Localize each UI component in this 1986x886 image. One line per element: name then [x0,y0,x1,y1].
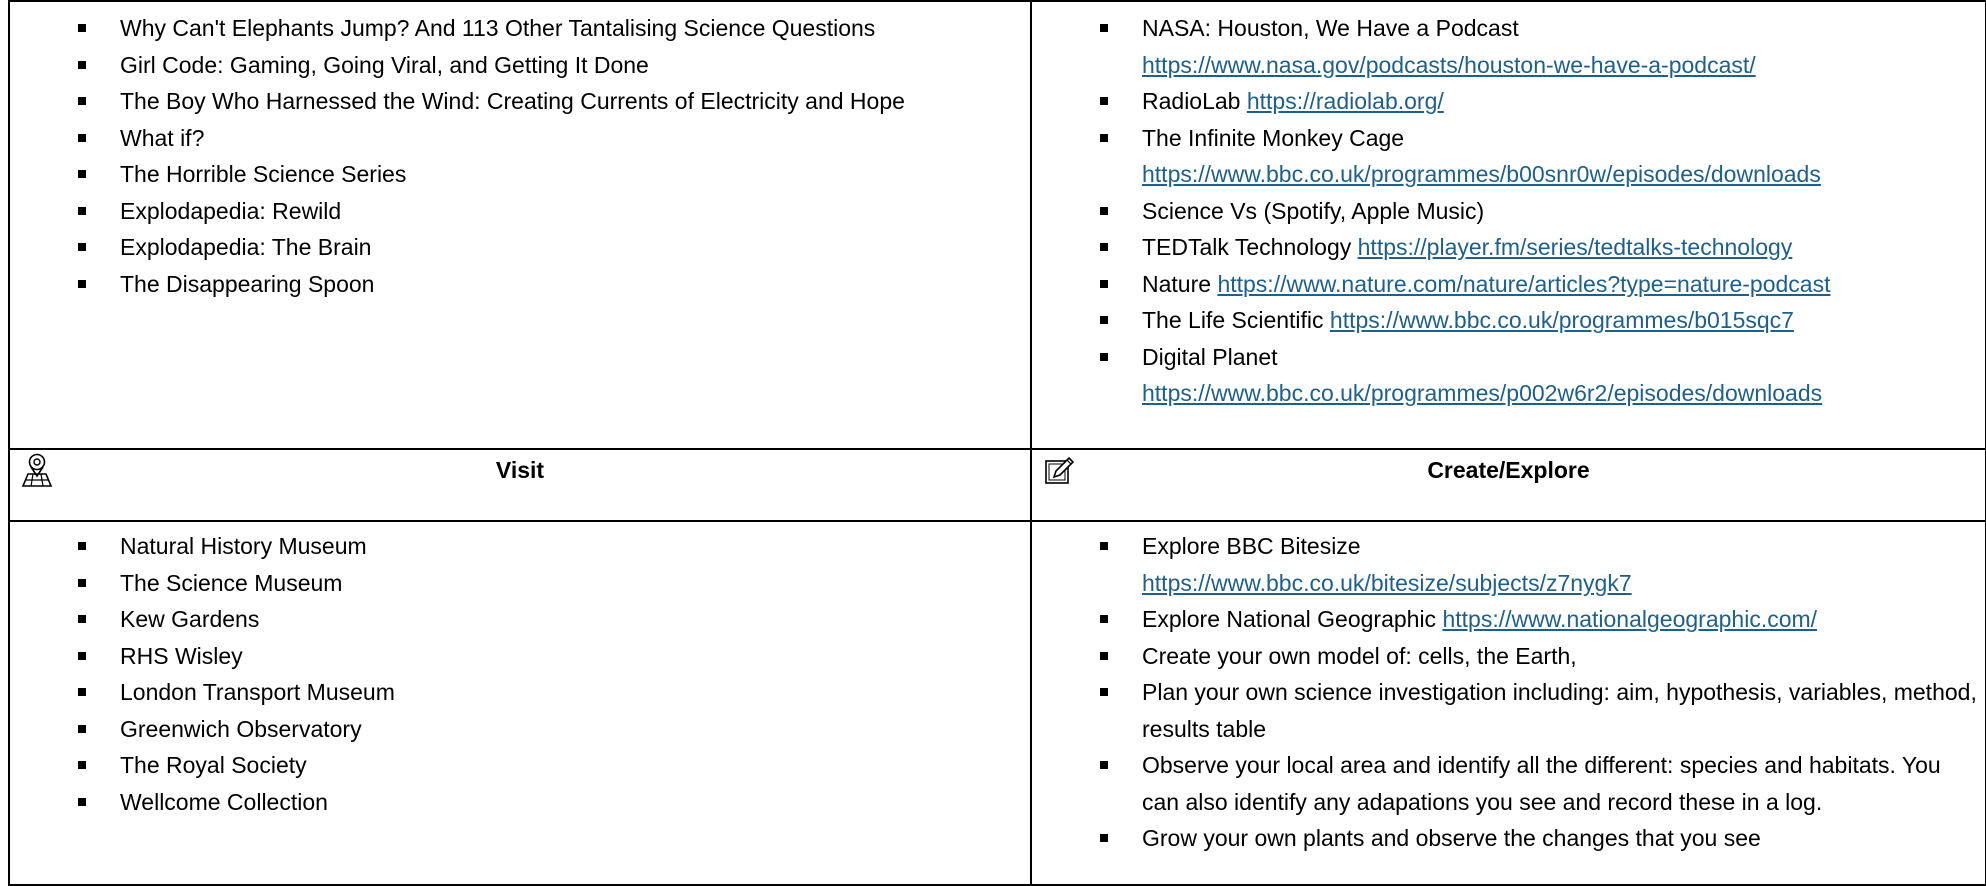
list-item: London Transport Museum [10,674,1030,711]
create-header-cell: Create/Explore [1030,448,1986,522]
list-item: The Science Museum [10,565,1030,602]
list-item: Grow your own plants and observe the cha… [1032,820,1985,857]
list-item: Explore National Geographic https://www.… [1032,601,1985,638]
list-item: Why Can't Elephants Jump? And 113 Other … [10,10,1030,47]
list-item: NASA: Houston, We Have a Podcast https://… [1032,10,1985,83]
create-heading: Create/Explore [1427,457,1590,483]
list-item: Girl Code: Gaming, Going Viral, and Gett… [10,47,1030,84]
podcast-link[interactable]: https://player.fm/series/tedtalks-techno… [1358,234,1793,260]
item-text: The Infinite Monkey Cage [1142,124,1405,151]
list-item: The Royal Society [10,747,1030,784]
item-text: TEDTalk Technology [1142,234,1352,260]
list-item: The Infinite Monkey Cage https://www.bbc.… [1032,120,1985,193]
item-text: RadioLab [1142,88,1241,114]
podcast-link[interactable]: https://www.nasa.gov/podcasts/houston-we… [1142,52,1756,78]
resource-link[interactable]: https://www.bbc.co.uk/bitesize/subjects/… [1142,570,1632,596]
list-item: The Life Scientific https://www.bbc.co.u… [1032,302,1985,339]
list-item: Natural History Museum [10,528,1030,565]
item-text: Digital Planet [1142,343,1278,370]
podcast-link[interactable]: https://www.bbc.co.uk/programmes/b00snr0… [1142,161,1821,187]
list-item: The Boy Who Harnessed the Wind: Creating… [10,83,1030,120]
item-text: Explore National Geographic [1142,606,1437,632]
list-item: Observe your local area and identify all… [1032,747,1985,820]
podcast-link[interactable]: https://www.nature.com/nature/articles?t… [1217,271,1830,297]
visit-heading: Visit [495,457,545,483]
list-item: Explore BBC Bitesize https://www.bbc.co.u… [1032,528,1985,601]
listen-list: NASA: Houston, We Have a Podcast https://… [1032,10,1985,412]
list-item: What if? [10,120,1030,157]
reads-cell: Why Can't Elephants Jump? And 113 Other … [8,0,1032,450]
reads-list: Why Can't Elephants Jump? And 113 Other … [10,10,1030,302]
podcast-link[interactable]: https://www.bbc.co.uk/programmes/b015sqc… [1330,307,1794,333]
create-list: Explore BBC Bitesize https://www.bbc.co.u… [1032,528,1985,857]
resource-table: Why Can't Elephants Jump? And 113 Other … [8,0,1986,886]
list-item: Nature https://www.nature.com/nature/art… [1032,266,1985,303]
item-text: The Life Scientific [1142,307,1324,333]
list-item: TEDTalk Technology https://player.fm/ser… [1032,229,1985,266]
list-item: RHS Wisley [10,638,1030,675]
resource-link[interactable]: https://www.nationalgeographic.com/ [1442,606,1817,632]
list-item: Wellcome Collection [10,784,1030,821]
create-cell: Explore BBC Bitesize https://www.bbc.co.u… [1030,520,1986,886]
map-pin-icon [21,453,53,487]
list-item: The Horrible Science Series [10,156,1030,193]
listen-cell: NASA: Houston, We Have a Podcast https://… [1030,0,1986,450]
list-item: Create your own model of: cells, the Ear… [1032,638,1985,675]
visit-list: Natural History Museum The Science Museu… [10,528,1030,820]
list-item: Greenwich Observatory [10,711,1030,748]
visit-header-cell: Visit [8,448,1032,522]
list-item: The Disappearing Spoon [10,266,1030,303]
list-item: Plan your own science investigation incl… [1032,674,1985,747]
list-item: Kew Gardens [10,601,1030,638]
podcast-link[interactable]: https://radiolab.org/ [1247,88,1444,114]
item-text: NASA: Houston, We Have a Podcast [1142,15,1519,41]
visit-cell: Natural History Museum The Science Museu… [8,520,1032,886]
list-item: Explodapedia: The Brain [10,229,1030,266]
list-item: Explodapedia: Rewild [10,193,1030,230]
edit-icon [1045,456,1075,484]
list-item: RadioLab https://radiolab.org/ [1032,83,1985,120]
item-text: Nature [1142,270,1212,297]
item-text: Science Vs (Spotify, Apple Music) [1142,197,1485,224]
item-text: Explore BBC Bitesize [1142,533,1361,559]
list-item: Science Vs (Spotify, Apple Music) [1032,193,1985,230]
list-item: Digital Planet https://www.bbc.co.uk/prog… [1032,339,1985,412]
podcast-link[interactable]: https://www.bbc.co.uk/programmes/p002w6r… [1142,380,1822,406]
